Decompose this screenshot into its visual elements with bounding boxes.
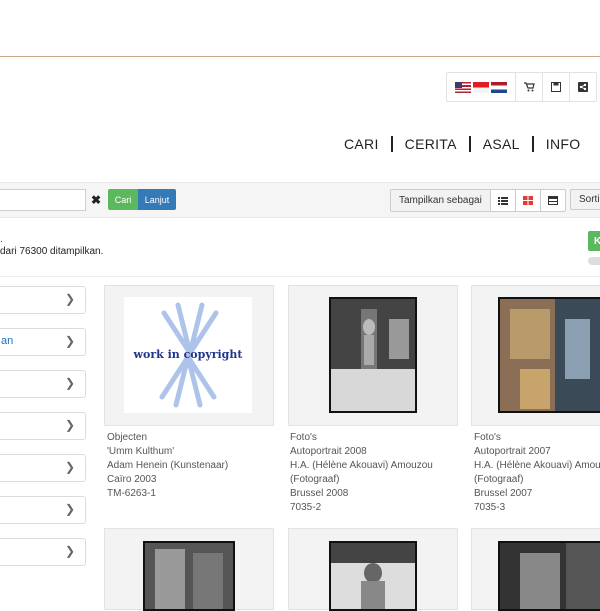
result-prefix: . — [0, 234, 3, 245]
facet-item[interactable]: ❯ — [0, 496, 86, 524]
nav-separator — [468, 136, 471, 152]
sort-button[interactable]: Sorti — [570, 189, 600, 210]
search-bar: ✖ Cari Lanjut Tampilkan sebagai Sorti — [0, 182, 600, 218]
result-card[interactable] — [471, 528, 600, 611]
result-card[interactable] — [471, 285, 600, 426]
advanced-search-button[interactable]: Lanjut — [138, 189, 176, 210]
header-divider — [0, 56, 600, 57]
table-view-icon[interactable] — [541, 190, 565, 211]
chevron-right-icon: ❯ — [64, 460, 75, 474]
card-title[interactable]: Autoportrait 2007 — [474, 445, 600, 459]
chevron-right-icon: ❯ — [64, 502, 75, 516]
view-switcher: Tampilkan sebagai — [390, 189, 566, 212]
card-creator: H.A. (Hélène Akouavi) Amouzou — [290, 460, 433, 471]
main-navigation: CARI CERITA ASAL INFO — [344, 136, 580, 152]
card-metadata: Foto's Autoportrait 2007 H.A. (Hélène Ak… — [474, 431, 600, 515]
card-type: Objecten — [107, 432, 148, 443]
card-creator: Adam Henein (Kunstenaar) — [107, 460, 229, 471]
photo-thumbnail — [329, 541, 417, 611]
result-card[interactable]: work in copyright — [104, 285, 274, 426]
card-place-date: Brussel 2008 — [290, 488, 349, 499]
us-flag-icon[interactable] — [455, 81, 471, 93]
photo-thumbnail — [498, 541, 600, 611]
search-button[interactable]: Cari — [108, 189, 138, 210]
card-title[interactable]: 'Umm Kulthum' — [107, 445, 228, 459]
indonesia-flag-icon[interactable] — [473, 81, 489, 93]
card-type: Foto's — [474, 432, 501, 443]
card-creator-role: (Fotograaf) — [474, 474, 524, 485]
photo-thumbnail — [143, 541, 235, 611]
card-metadata: Objecten 'Umm Kulthum' Adam Henein (Kuns… — [107, 431, 228, 501]
toggle-switch[interactable] — [588, 257, 600, 265]
nav-cari[interactable]: CARI — [344, 136, 379, 152]
chevron-right-icon: ❯ — [64, 334, 75, 348]
chevron-right-icon: ❯ — [64, 376, 75, 390]
view-label: Tampilkan sebagai — [391, 190, 491, 211]
card-title[interactable]: Autoportrait 2008 — [290, 445, 433, 459]
grid-view-icon[interactable] — [516, 190, 541, 211]
clear-search-button[interactable]: ✖ — [86, 189, 106, 211]
save-icon[interactable] — [543, 73, 570, 101]
card-type: Foto's — [290, 432, 317, 443]
cart-icon[interactable] — [516, 73, 543, 101]
card-creator-role: (Fotograaf) — [290, 474, 340, 485]
list-view-icon[interactable] — [491, 190, 516, 211]
green-action-button[interactable]: K — [588, 231, 600, 251]
card-place-date: Brussel 2007 — [474, 488, 533, 499]
search-input[interactable] — [0, 189, 86, 211]
facet-label: an — [1, 335, 14, 347]
photo-thumbnail — [498, 297, 600, 413]
photo-thumbnail — [329, 297, 417, 413]
facet-item[interactable]: ❯ — [0, 412, 86, 440]
nav-cerita[interactable]: CERITA — [405, 136, 457, 152]
chevron-right-icon: ❯ — [64, 292, 75, 306]
facet-item[interactable]: ❯ — [0, 538, 86, 566]
facet-item[interactable]: ❯ — [0, 286, 86, 314]
facet-item[interactable]: ❯ — [0, 370, 86, 398]
card-place-date: Caïro 2003 — [107, 474, 157, 485]
nav-separator — [390, 136, 393, 152]
result-card[interactable] — [288, 528, 458, 611]
facet-item[interactable]: ❯ — [0, 454, 86, 482]
result-card[interactable] — [288, 285, 458, 426]
chevron-right-icon: ❯ — [64, 418, 75, 432]
netherlands-flag-icon[interactable] — [491, 81, 507, 93]
card-id: 7035-2 — [290, 502, 322, 513]
card-creator: H.A. (Hélène Akouavi) Amouzou — [474, 460, 600, 471]
card-id: 7035-3 — [474, 502, 506, 513]
nav-asal[interactable]: ASAL — [483, 136, 520, 152]
copyright-text: work in copyright — [133, 348, 243, 361]
copyright-placeholder-image: work in copyright — [124, 297, 252, 413]
result-card[interactable] — [104, 528, 274, 611]
nav-info[interactable]: INFO — [546, 136, 581, 152]
result-count: dari 76300 ditampilkan. — [0, 246, 104, 257]
facet-item[interactable]: an ❯ — [0, 328, 86, 356]
share-icon[interactable] — [570, 73, 596, 101]
chevron-right-icon: ❯ — [64, 544, 75, 558]
results-divider — [0, 276, 600, 277]
language-selector — [447, 73, 516, 101]
card-metadata: Foto's Autoportrait 2008 H.A. (Hélène Ak… — [290, 431, 433, 515]
nav-separator — [531, 136, 534, 152]
top-toolbar — [446, 72, 597, 102]
card-id: TM-6263-1 — [107, 488, 156, 499]
